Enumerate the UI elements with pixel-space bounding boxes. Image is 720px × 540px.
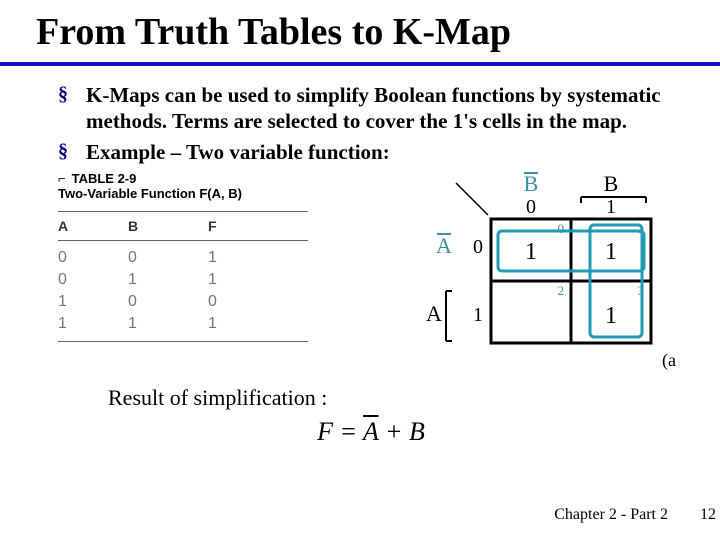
page-title: From Truth Tables to K-Map (0, 0, 720, 54)
slide: From Truth Tables to K-Map K-Maps can be… (0, 0, 720, 540)
col-A: A (58, 218, 128, 234)
kmap-row-1: 1 (473, 304, 483, 326)
col-B: B (128, 218, 208, 234)
formula-plus: + (378, 417, 409, 446)
table-caption-marker: ⌐ (58, 171, 66, 186)
page-number: 12 (700, 506, 716, 524)
kmap-figure: B B 0 1 A A 0 (396, 171, 676, 371)
col-F: F (208, 218, 268, 234)
kmap-val-11: 1 (605, 303, 617, 329)
table-row: 0 1 1 (58, 269, 308, 291)
table-caption-label: ⌐ TABLE 2-9 (58, 171, 308, 186)
kmap-col-0: 0 (526, 196, 536, 218)
table-row: 1 0 0 (58, 291, 308, 313)
kmap-val-01: 1 (605, 239, 617, 265)
table-caption: Two-Variable Function F(A, B) (58, 186, 308, 201)
cell: 0 (58, 271, 128, 289)
kmap-idx-0: 0 (558, 221, 565, 236)
kmap-col-B: B (604, 171, 619, 196)
truth-table-figure: ⌐ TABLE 2-9 Two-Variable Function F(A, B… (58, 171, 308, 371)
formula-b: B (409, 417, 425, 446)
formula-eq: = (333, 417, 363, 446)
table-caption-id: TABLE 2-9 (72, 171, 137, 186)
cell: 1 (128, 315, 208, 333)
table-header: A B F (58, 211, 308, 241)
footer: Chapter 2 - Part 2 (554, 506, 696, 524)
cell: 1 (208, 315, 268, 333)
cell: 1 (58, 293, 128, 311)
kmap-val-00: 1 (525, 239, 537, 265)
footer-chapter: Chapter 2 - Part 2 (554, 506, 668, 523)
cell: 1 (128, 271, 208, 289)
title-rule (0, 62, 720, 66)
kmap-row-0: 0 (473, 236, 483, 258)
cell: 1 (58, 315, 128, 333)
cell: 0 (208, 293, 268, 311)
cell: 0 (128, 249, 208, 267)
table-body: 0 0 1 0 1 1 1 0 0 1 (58, 241, 308, 342)
formula-abar: A (363, 417, 378, 446)
result-formula: F = A + B (58, 417, 684, 447)
table-row: 1 1 1 (58, 313, 308, 335)
bullet-1: K-Maps can be used to simplify Boolean f… (58, 82, 684, 135)
kmap-subcaption: (a) (662, 350, 676, 371)
table-row: 0 0 1 (58, 247, 308, 269)
kmap-col-Bbar: B (524, 171, 539, 196)
bullet-list: K-Maps can be used to simplify Boolean f… (58, 82, 684, 165)
kmap-svg: B B 0 1 A A 0 (396, 171, 676, 371)
formula-lhs: F (317, 417, 333, 446)
cell: 0 (128, 293, 208, 311)
cell: 1 (208, 249, 268, 267)
kmap-col-1: 1 (606, 196, 616, 218)
kmap-row-Abar: A (436, 233, 452, 258)
result-label: Result of simplification : (58, 385, 684, 411)
kmap-row-A: A (426, 301, 442, 326)
slide-body: K-Maps can be used to simplify Boolean f… (0, 82, 720, 447)
bullet-2: Example – Two variable function: (58, 139, 684, 165)
cell: 0 (58, 249, 128, 267)
kmap-idx-2: 2 (558, 283, 565, 298)
cell: 1 (208, 271, 268, 289)
figures-row: ⌐ TABLE 2-9 Two-Variable Function F(A, B… (58, 171, 684, 371)
